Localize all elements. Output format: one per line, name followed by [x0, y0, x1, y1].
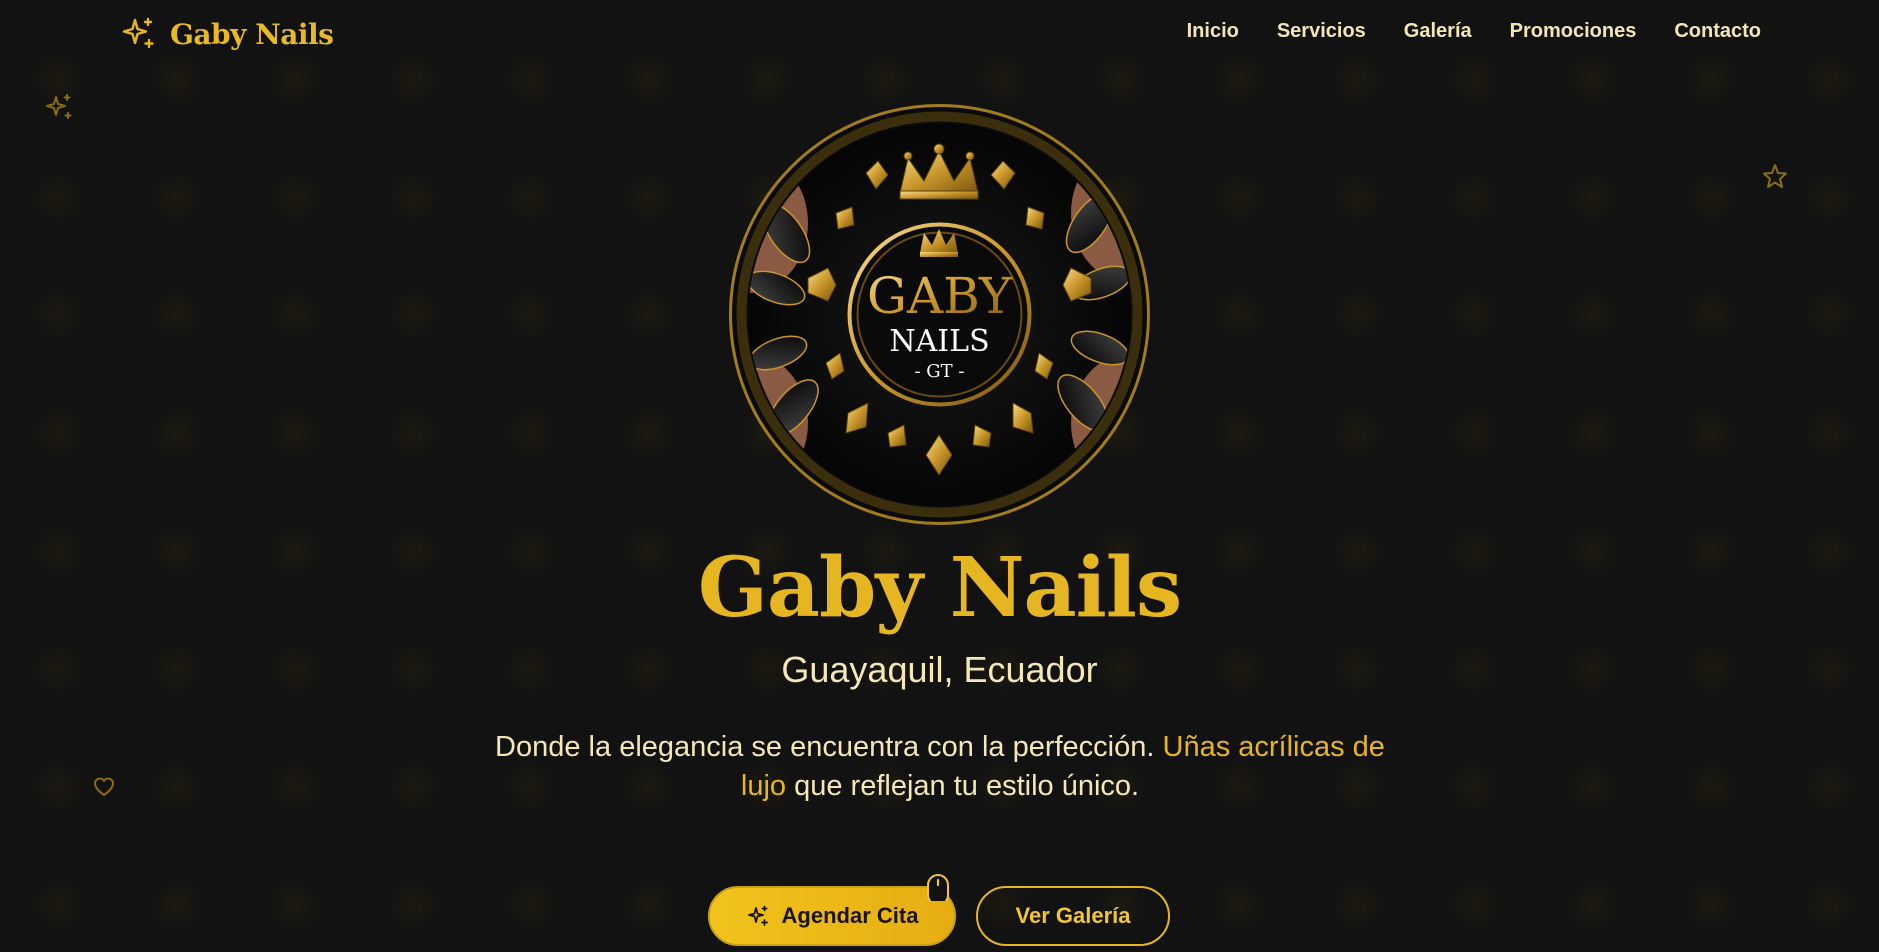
- heart-icon: [94, 777, 114, 796]
- hero-desc-text: Donde la elegancia se encuentra con la p…: [495, 731, 1163, 763]
- nav-galeria[interactable]: Galería: [1404, 20, 1472, 43]
- hero-description: Donde la elegancia se encuentra con la p…: [470, 728, 1410, 806]
- logo-text-gt: - GT -: [915, 361, 965, 382]
- logo-text-gaby: GABY: [867, 267, 1013, 325]
- page: Gaby Nails Inicio Servicios Galería Prom…: [0, 0, 1879, 952]
- header: Gaby Nails Inicio Servicios Galería Prom…: [0, 0, 1879, 70]
- brand-logo-link[interactable]: Gaby Nails: [120, 14, 334, 54]
- book-appointment-label: Agendar Cita: [781, 903, 919, 928]
- logo-text-nails: NAILS: [889, 324, 989, 359]
- sparkles-icon: [46, 94, 72, 119]
- mouse-scroll-icon: [927, 874, 949, 901]
- nav-inicio[interactable]: Inicio: [1187, 20, 1239, 43]
- nav-promociones[interactable]: Promociones: [1510, 20, 1637, 43]
- hero-desc-text-end: que reflejan tu estilo único.: [786, 770, 1140, 802]
- brand-logo-image: GABY NAILS - GT -: [729, 104, 1150, 525]
- star-icon: [1763, 164, 1787, 188]
- nav-contacto[interactable]: Contacto: [1674, 20, 1761, 43]
- main-nav: Inicio Servicios Galería Promociones Con…: [1187, 20, 1761, 43]
- hero-title: Gaby Nails: [697, 540, 1182, 636]
- book-appointment-button[interactable]: Agendar Cita: [708, 886, 956, 946]
- sparkles-icon: [747, 905, 768, 926]
- hero-location: Guayaquil, Ecuador: [781, 649, 1098, 690]
- view-gallery-label: Ver Galería: [1015, 903, 1131, 928]
- brand-name: Gaby Nails: [170, 17, 334, 51]
- view-gallery-button[interactable]: Ver Galería: [976, 886, 1170, 946]
- sparkles-icon: [122, 17, 154, 49]
- nav-servicios[interactable]: Servicios: [1277, 20, 1366, 43]
